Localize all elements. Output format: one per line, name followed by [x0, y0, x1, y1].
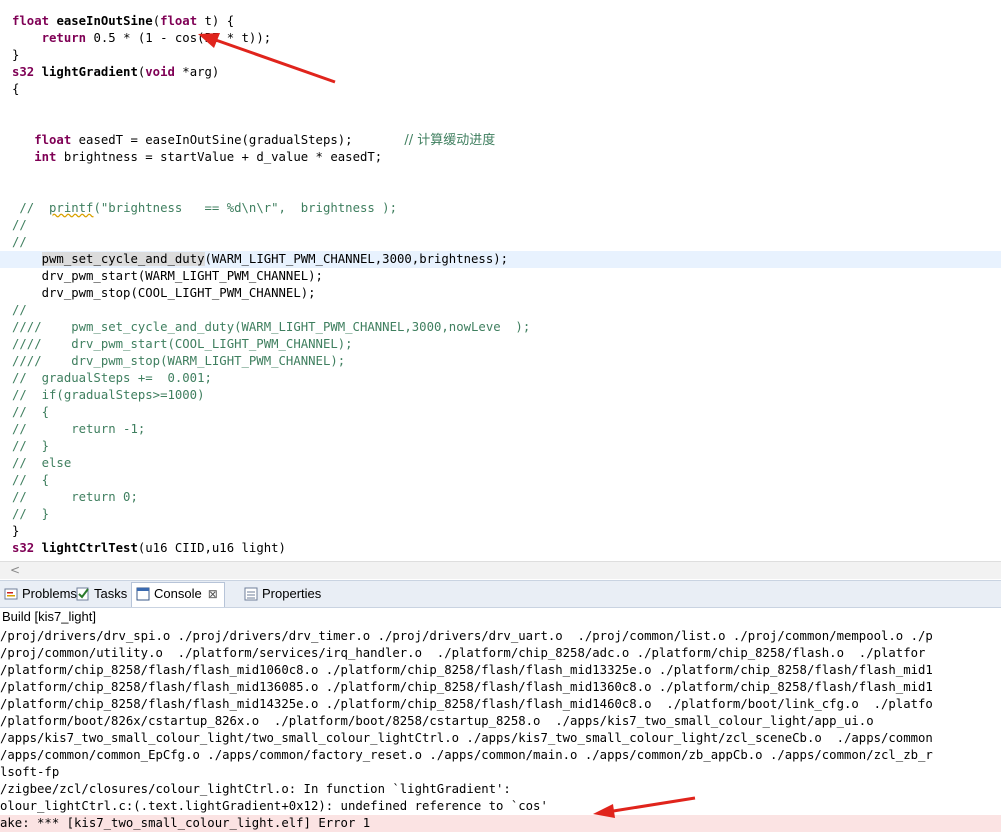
code-line-5: {: [12, 82, 20, 96]
console-line: /platform/chip_8258/flash/flash_mid14325…: [0, 697, 933, 711]
keyword: float: [12, 14, 50, 28]
properties-icon: [244, 587, 258, 601]
code-line-14: //: [12, 235, 27, 249]
keyword: s32: [12, 541, 35, 555]
code-line-1: float easeInOutSine(float t) {: [0, 13, 1001, 30]
code-comment: // 计算缓动进度: [404, 133, 496, 148]
code-line-2: return 0.5 * (1 - cos(PI * t));: [0, 30, 1001, 47]
code-text: t) {: [197, 14, 235, 28]
code-line-32: s32 lightCtrlTest(u16 CIID,u16 light): [0, 540, 1001, 557]
code-editor[interactable]: float easeInOutSine(float t) { return 0.…: [0, 0, 1001, 560]
code-text: 0.5 * (1 - cos(PI * t));: [86, 31, 272, 45]
code-line-27: // else: [12, 456, 72, 470]
console-output[interactable]: Build [kis7_light] /proj/drivers/drv_spi…: [0, 608, 1001, 836]
console-line: /platform/chip_8258/flash/flash_mid1060c…: [0, 663, 933, 677]
keyword: float: [34, 133, 72, 147]
console-line: /platform/boot/826x/cstartup_826x.o ./pl…: [0, 714, 874, 728]
keyword: s32: [12, 65, 35, 79]
keyword: return: [41, 31, 87, 45]
code-comment-warning: printf: [49, 201, 94, 215]
console-icon: [136, 587, 150, 601]
code-line-26: // }: [12, 439, 50, 453]
keyword: void: [145, 65, 175, 79]
keyword: int: [34, 150, 57, 164]
code-line-22: // gradualSteps += 0.001;: [12, 371, 212, 385]
console-line: /proj/common/utility.o ./platform/servic…: [0, 646, 926, 660]
code-line-24: // {: [12, 405, 50, 419]
code-line-19: //// pwm_set_cycle_and_duty(WARM_LIGHT_P…: [12, 320, 531, 334]
console-line: /apps/kis7_two_small_colour_light/two_sm…: [0, 731, 933, 745]
code-line-30: // }: [12, 507, 50, 521]
function-name: easeInOutSine: [56, 14, 153, 28]
keyword: float: [160, 14, 198, 28]
code-text: *arg): [174, 65, 220, 79]
console-line: /zigbee/zcl/closures/colour_lightCtrl.o:…: [0, 782, 511, 796]
function-name: lightGradient: [41, 65, 138, 79]
code-line-23: // if(gradualSteps>=1000): [12, 388, 205, 402]
console-line: lsoft-fp: [0, 765, 60, 779]
close-icon[interactable]: ⊠: [208, 587, 218, 601]
code-line-18: //: [12, 303, 27, 317]
tab-label: Problems: [22, 586, 77, 601]
tab-label: Tasks: [94, 586, 128, 601]
code-line-9: int brightness = startValue + d_value * …: [0, 149, 1001, 166]
console-title: Build [kis7_light]: [2, 609, 96, 624]
problems-icon: [4, 588, 18, 600]
tab-tasks[interactable]: Tasks: [72, 583, 133, 605]
view-tab-bar: Problems Tasks Console ⊠ Properties: [0, 580, 1001, 608]
code-line-8: float easedT = easeInOutSine(gradualStep…: [0, 132, 1001, 149]
code-comment: ("brightness == %d\n\r", brightness );: [93, 201, 397, 215]
console-line: /apps/common/common_EpCfg.o ./apps/commo…: [0, 748, 933, 762]
scroll-left-arrow-icon[interactable]: <: [10, 563, 20, 577]
tab-problems[interactable]: Problems: [0, 583, 83, 605]
code-line-17: drv_pwm_stop(COOL_LIGHT_PWM_CHANNEL);: [12, 286, 316, 300]
console-line: /platform/chip_8258/flash/flash_mid13608…: [0, 680, 933, 694]
tab-label: Properties: [262, 586, 322, 601]
code-line-20: //// drv_pwm_start(COOL_LIGHT_PWM_CHANNE…: [12, 337, 353, 351]
tab-properties[interactable]: Properties: [240, 583, 327, 605]
code-line-15-current: pwm_set_cycle_and_duty(WARM_LIGHT_PWM_CH…: [0, 251, 1001, 268]
code-line-4: s32 lightGradient(void *arg): [0, 64, 1001, 81]
tab-console[interactable]: Console ⊠: [131, 582, 225, 607]
code-line-29: // return 0;: [12, 490, 138, 504]
code-text: (WARM_LIGHT_PWM_CHANNEL,3000,brightness)…: [204, 252, 509, 266]
code-line-13: //: [12, 218, 27, 232]
tab-label: Console: [154, 586, 202, 601]
console-line: /proj/drivers/drv_spi.o ./proj/drivers/d…: [0, 629, 933, 643]
code-text: brightness = startValue + d_value * ease…: [56, 150, 383, 164]
code-comment: //: [12, 201, 50, 215]
console-error-line: ake: *** [kis7_two_small_colour_light.el…: [0, 815, 1001, 832]
horizontal-scrollbar[interactable]: <: [0, 561, 1001, 579]
code-line-16: drv_pwm_start(WARM_LIGHT_PWM_CHANNEL);: [12, 269, 323, 283]
selected-text: pwm_set_cycle_and_duty: [41, 252, 205, 266]
function-name: lightCtrlTest: [41, 541, 138, 555]
code-line-21: //// drv_pwm_stop(WARM_LIGHT_PWM_CHANNEL…: [12, 354, 346, 368]
code-line-12: // printf("brightness == %d\n\r", bright…: [0, 200, 1001, 217]
tasks-icon: [76, 587, 89, 601]
code-line-31: }: [12, 524, 20, 538]
code-line-25: // return -1;: [12, 422, 146, 436]
code-line-3: }: [12, 48, 20, 62]
console-error-line: olour_lightCtrl.c:(.text.lightGradient+0…: [0, 799, 548, 813]
code-text: easedT = easeInOutSine(gradualSteps);: [71, 133, 353, 147]
code-text: (: [152, 14, 161, 28]
code-line-28: // {: [12, 473, 50, 487]
code-text: (u16 CIID,u16 light): [137, 541, 286, 555]
